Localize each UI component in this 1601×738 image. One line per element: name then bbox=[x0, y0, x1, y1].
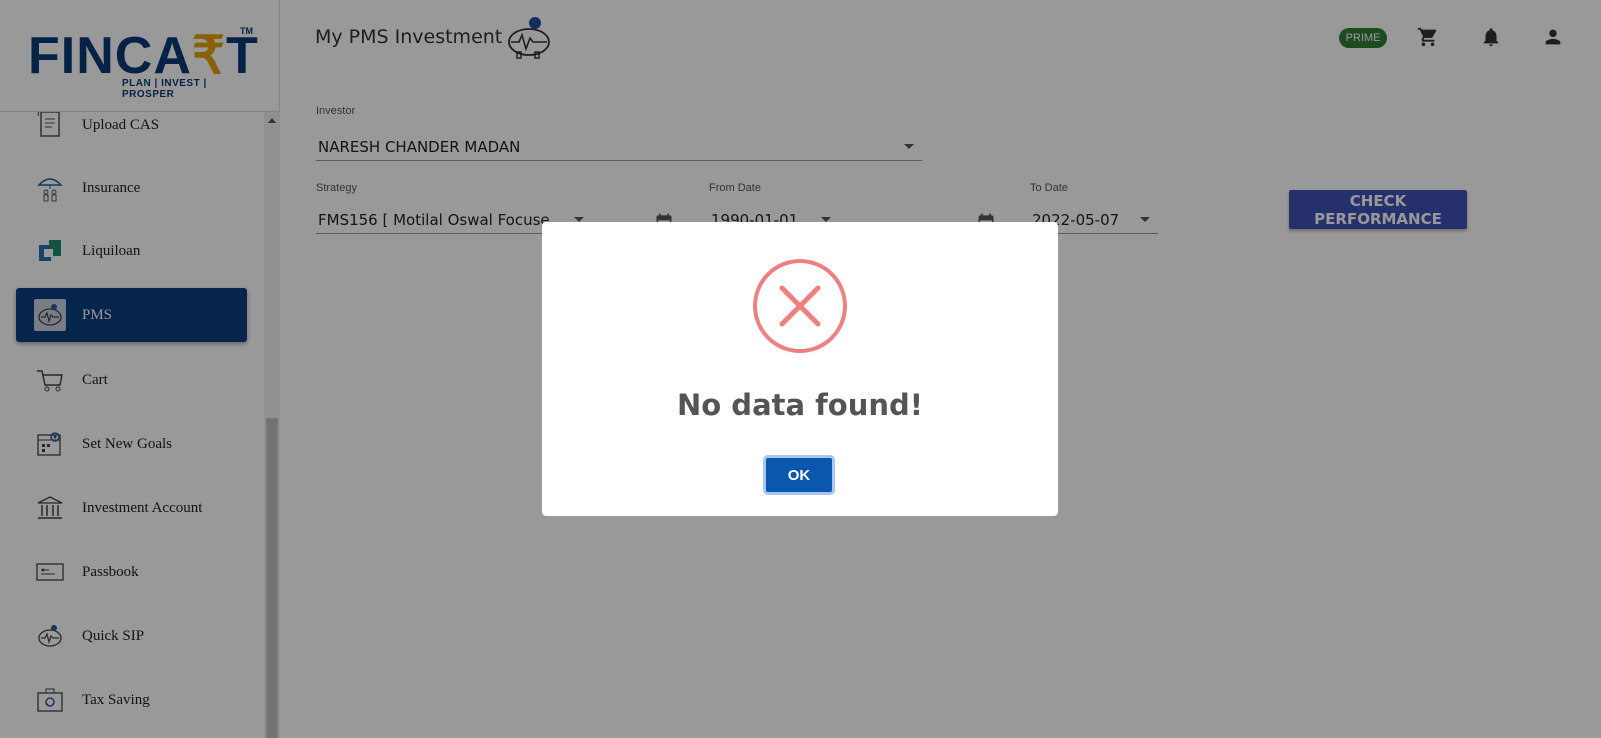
alert-dialog: No data found! OK bbox=[542, 222, 1058, 516]
dialog-title: No data found! bbox=[677, 388, 923, 422]
error-x-icon bbox=[752, 258, 848, 354]
ok-button[interactable]: OK bbox=[763, 455, 835, 495]
